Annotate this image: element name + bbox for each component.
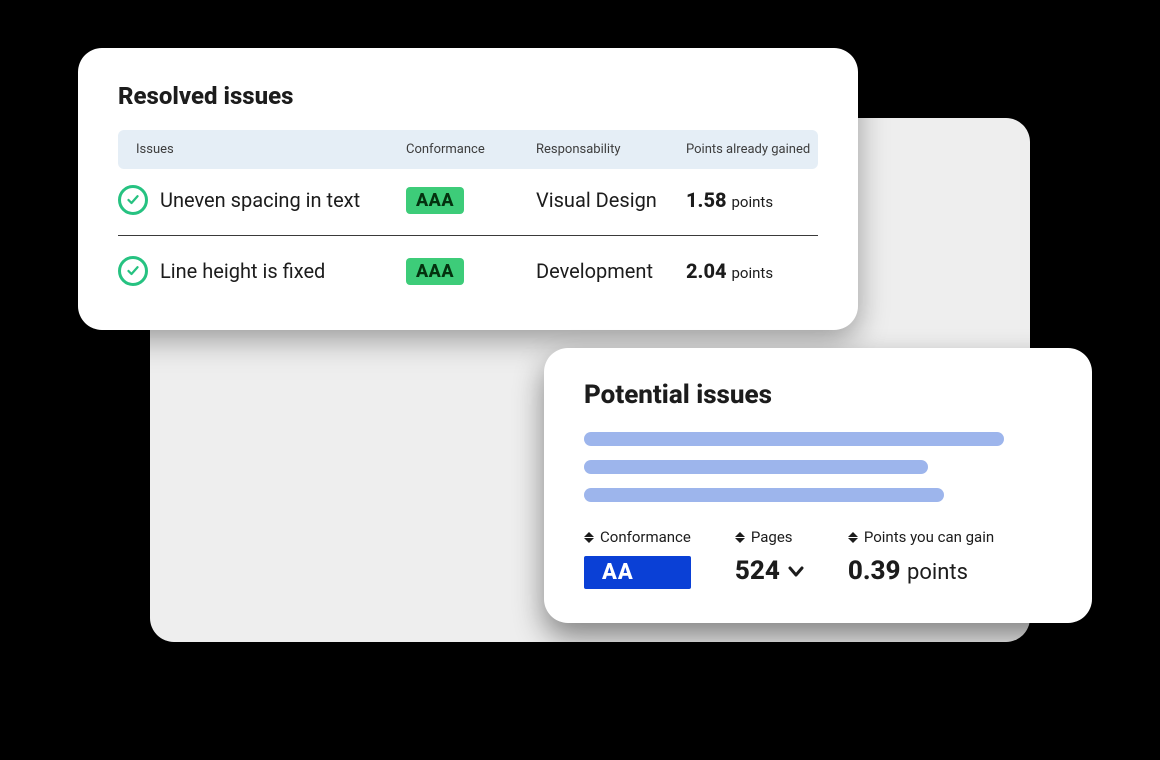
potential-issues-card: Potential issues Conformance AA Pages xyxy=(544,348,1092,623)
points-gain-value: 0.39 points xyxy=(848,556,994,586)
pages-value: 524 xyxy=(735,556,780,586)
issue-name: Uneven spacing in text xyxy=(160,188,360,212)
points-gain-label: Points you can gain xyxy=(864,528,994,546)
placeholder-lines xyxy=(584,432,1052,502)
conformance-badge-aa: AA xyxy=(584,556,691,589)
header-issues: Issues xyxy=(136,142,406,157)
placeholder-line xyxy=(584,488,944,502)
row-divider xyxy=(118,235,818,236)
header-points: Points already gained xyxy=(686,142,816,157)
placeholder-line xyxy=(584,432,1004,446)
pages-column: Pages 524 xyxy=(735,528,804,589)
resolved-title: Resolved issues xyxy=(118,82,818,110)
check-circle-icon xyxy=(118,256,148,286)
points-gained: 2.04 points xyxy=(686,259,816,283)
points-gain-sort[interactable]: Points you can gain xyxy=(848,528,994,546)
sort-icon xyxy=(735,530,745,544)
pages-label: Pages xyxy=(751,528,793,546)
points-gain-column: Points you can gain 0.39 points xyxy=(848,528,994,589)
chevron-down-icon xyxy=(788,563,804,579)
table-row[interactable]: Uneven spacing in text AAA Visual Design… xyxy=(118,169,818,231)
pages-dropdown[interactable]: 524 xyxy=(735,556,804,586)
points-gained: 1.58 points xyxy=(686,188,816,212)
conformance-label: Conformance xyxy=(600,528,691,546)
table-row[interactable]: Line height is fixed AAA Development 2.0… xyxy=(118,240,818,302)
header-responsability: Responsability xyxy=(536,142,686,157)
placeholder-line xyxy=(584,460,928,474)
resolved-table: Issues Conformance Responsability Points… xyxy=(118,130,818,302)
responsability-value: Visual Design xyxy=(536,188,657,212)
table-header-row: Issues Conformance Responsability Points… xyxy=(118,130,818,169)
potential-title: Potential issues xyxy=(584,380,1052,410)
resolved-issues-card: Resolved issues Issues Conformance Respo… xyxy=(78,48,858,330)
conformance-sort[interactable]: Conformance xyxy=(584,528,691,546)
header-conformance: Conformance xyxy=(406,142,536,157)
pages-sort[interactable]: Pages xyxy=(735,528,804,546)
conformance-column: Conformance AA xyxy=(584,528,691,589)
sort-icon xyxy=(584,530,594,544)
issue-name: Line height is fixed xyxy=(160,259,325,283)
conformance-badge-aaa: AAA xyxy=(406,258,464,285)
sort-icon xyxy=(848,530,858,544)
responsability-value: Development xyxy=(536,259,653,283)
conformance-badge-aaa: AAA xyxy=(406,187,464,214)
check-circle-icon xyxy=(118,185,148,215)
